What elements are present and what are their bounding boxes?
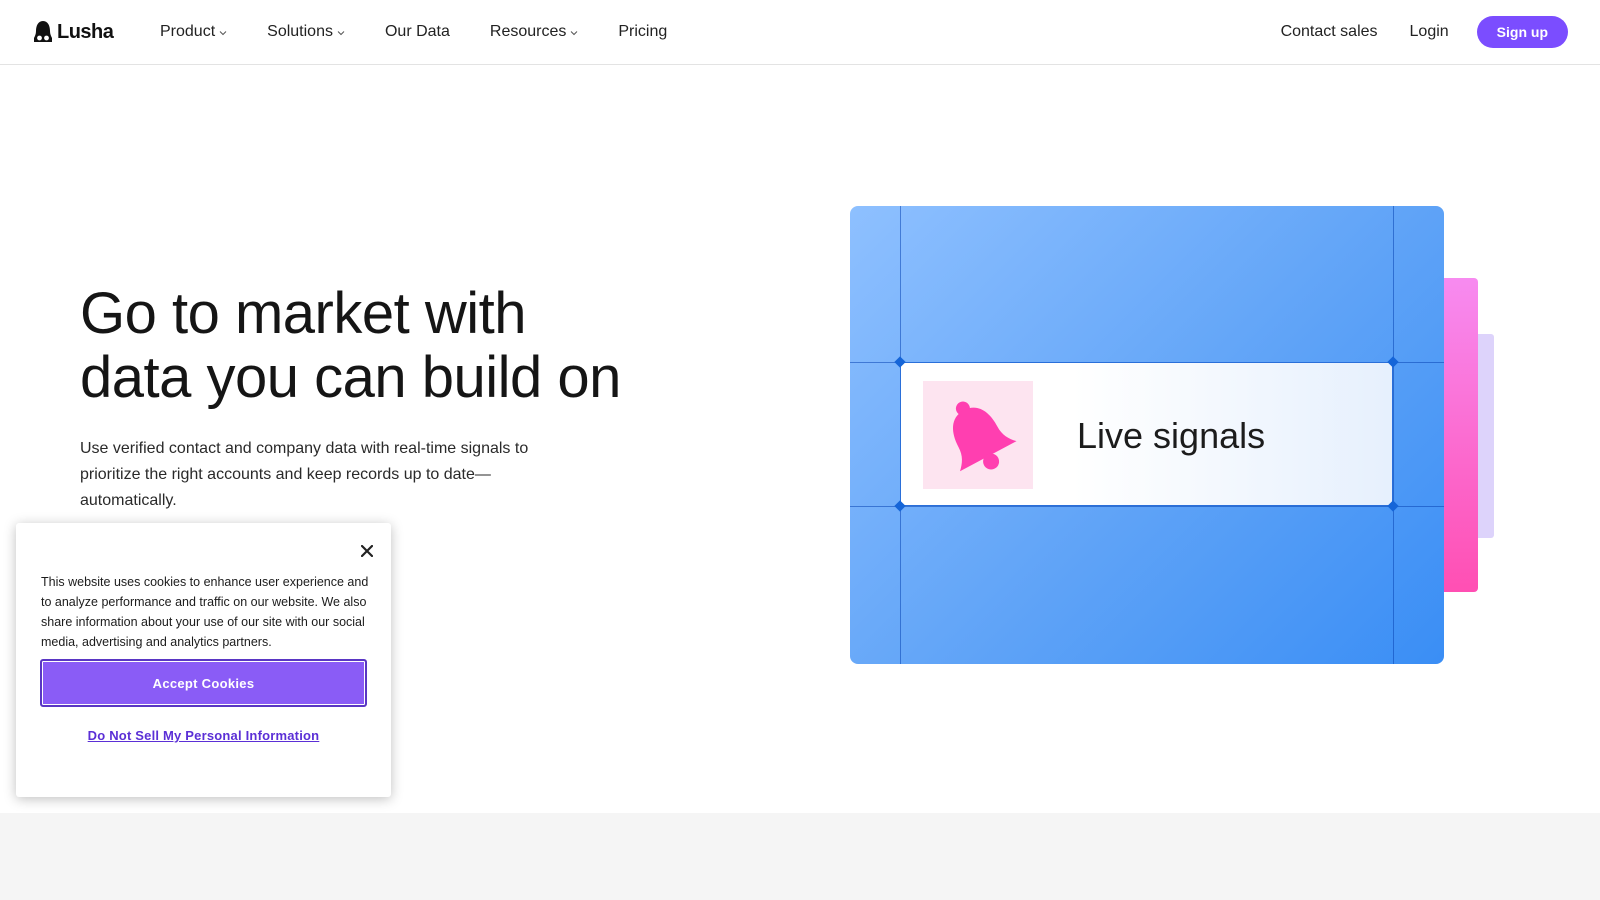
nav-resources-label: Resources <box>489 23 567 40</box>
nav-solutions-label: Solutions <box>267 23 333 40</box>
header-actions: Contact sales Login Sign up <box>1281 16 1568 48</box>
main-nav: Product Solutions Our Data Resources Pri… <box>160 0 707 64</box>
hero-title: Go to market with data you can build on <box>80 282 700 410</box>
nav-product-label: Product <box>160 23 216 40</box>
chevron-down-icon <box>571 30 578 35</box>
login-link[interactable]: Login <box>1410 23 1449 41</box>
hero-subtitle: Use verified contact and company data wi… <box>80 440 529 509</box>
nav-pricing-label: Pricing <box>618 23 668 40</box>
cookie-close-button[interactable] <box>357 541 377 561</box>
signup-button[interactable]: Sign up <box>1476 16 1568 48</box>
hero-illustration: Live signals <box>850 206 1520 666</box>
hero-title-line1: Go to market with <box>80 281 526 346</box>
cookie-banner: This website uses cookies to enhance use… <box>16 523 391 797</box>
nav-product[interactable]: Product <box>160 23 227 41</box>
nav-resources[interactable]: Resources <box>490 23 578 41</box>
bell-icon-box <box>923 381 1033 489</box>
cookie-text: This website uses cookies to enhance use… <box>41 575 369 649</box>
chevron-down-icon <box>337 30 345 35</box>
nav-our-data-label: Our Data <box>384 23 450 40</box>
do-not-sell-link[interactable]: Do Not Sell My Personal Information <box>16 728 391 743</box>
lusha-logo[interactable]: Lusha <box>33 19 114 45</box>
nav-pricing[interactable]: Pricing <box>618 23 667 41</box>
main-panel-blue: Live signals <box>850 206 1444 664</box>
hero-title-line2: data you can build on <box>80 345 621 410</box>
close-icon <box>361 545 373 557</box>
contact-sales-link[interactable]: Contact sales <box>1281 23 1378 41</box>
live-signals-card: Live signals <box>900 362 1393 506</box>
accept-cookies-button[interactable]: Accept Cookies <box>40 659 367 707</box>
grid-line <box>850 506 1444 507</box>
logo-wordmark: Lusha <box>57 20 114 43</box>
chevron-down-icon <box>219 30 227 35</box>
bell-icon <box>953 401 1017 472</box>
nav-solutions[interactable]: Solutions <box>267 23 345 41</box>
site-header: Lusha Product Solutions Our Data Resourc… <box>0 0 1600 65</box>
nav-our-data[interactable]: Our Data <box>385 23 450 41</box>
grid-line <box>1393 206 1394 664</box>
next-section-band <box>0 813 1600 900</box>
lusha-logo-icon <box>34 21 52 42</box>
live-signals-label: Live signals <box>1077 415 1266 456</box>
